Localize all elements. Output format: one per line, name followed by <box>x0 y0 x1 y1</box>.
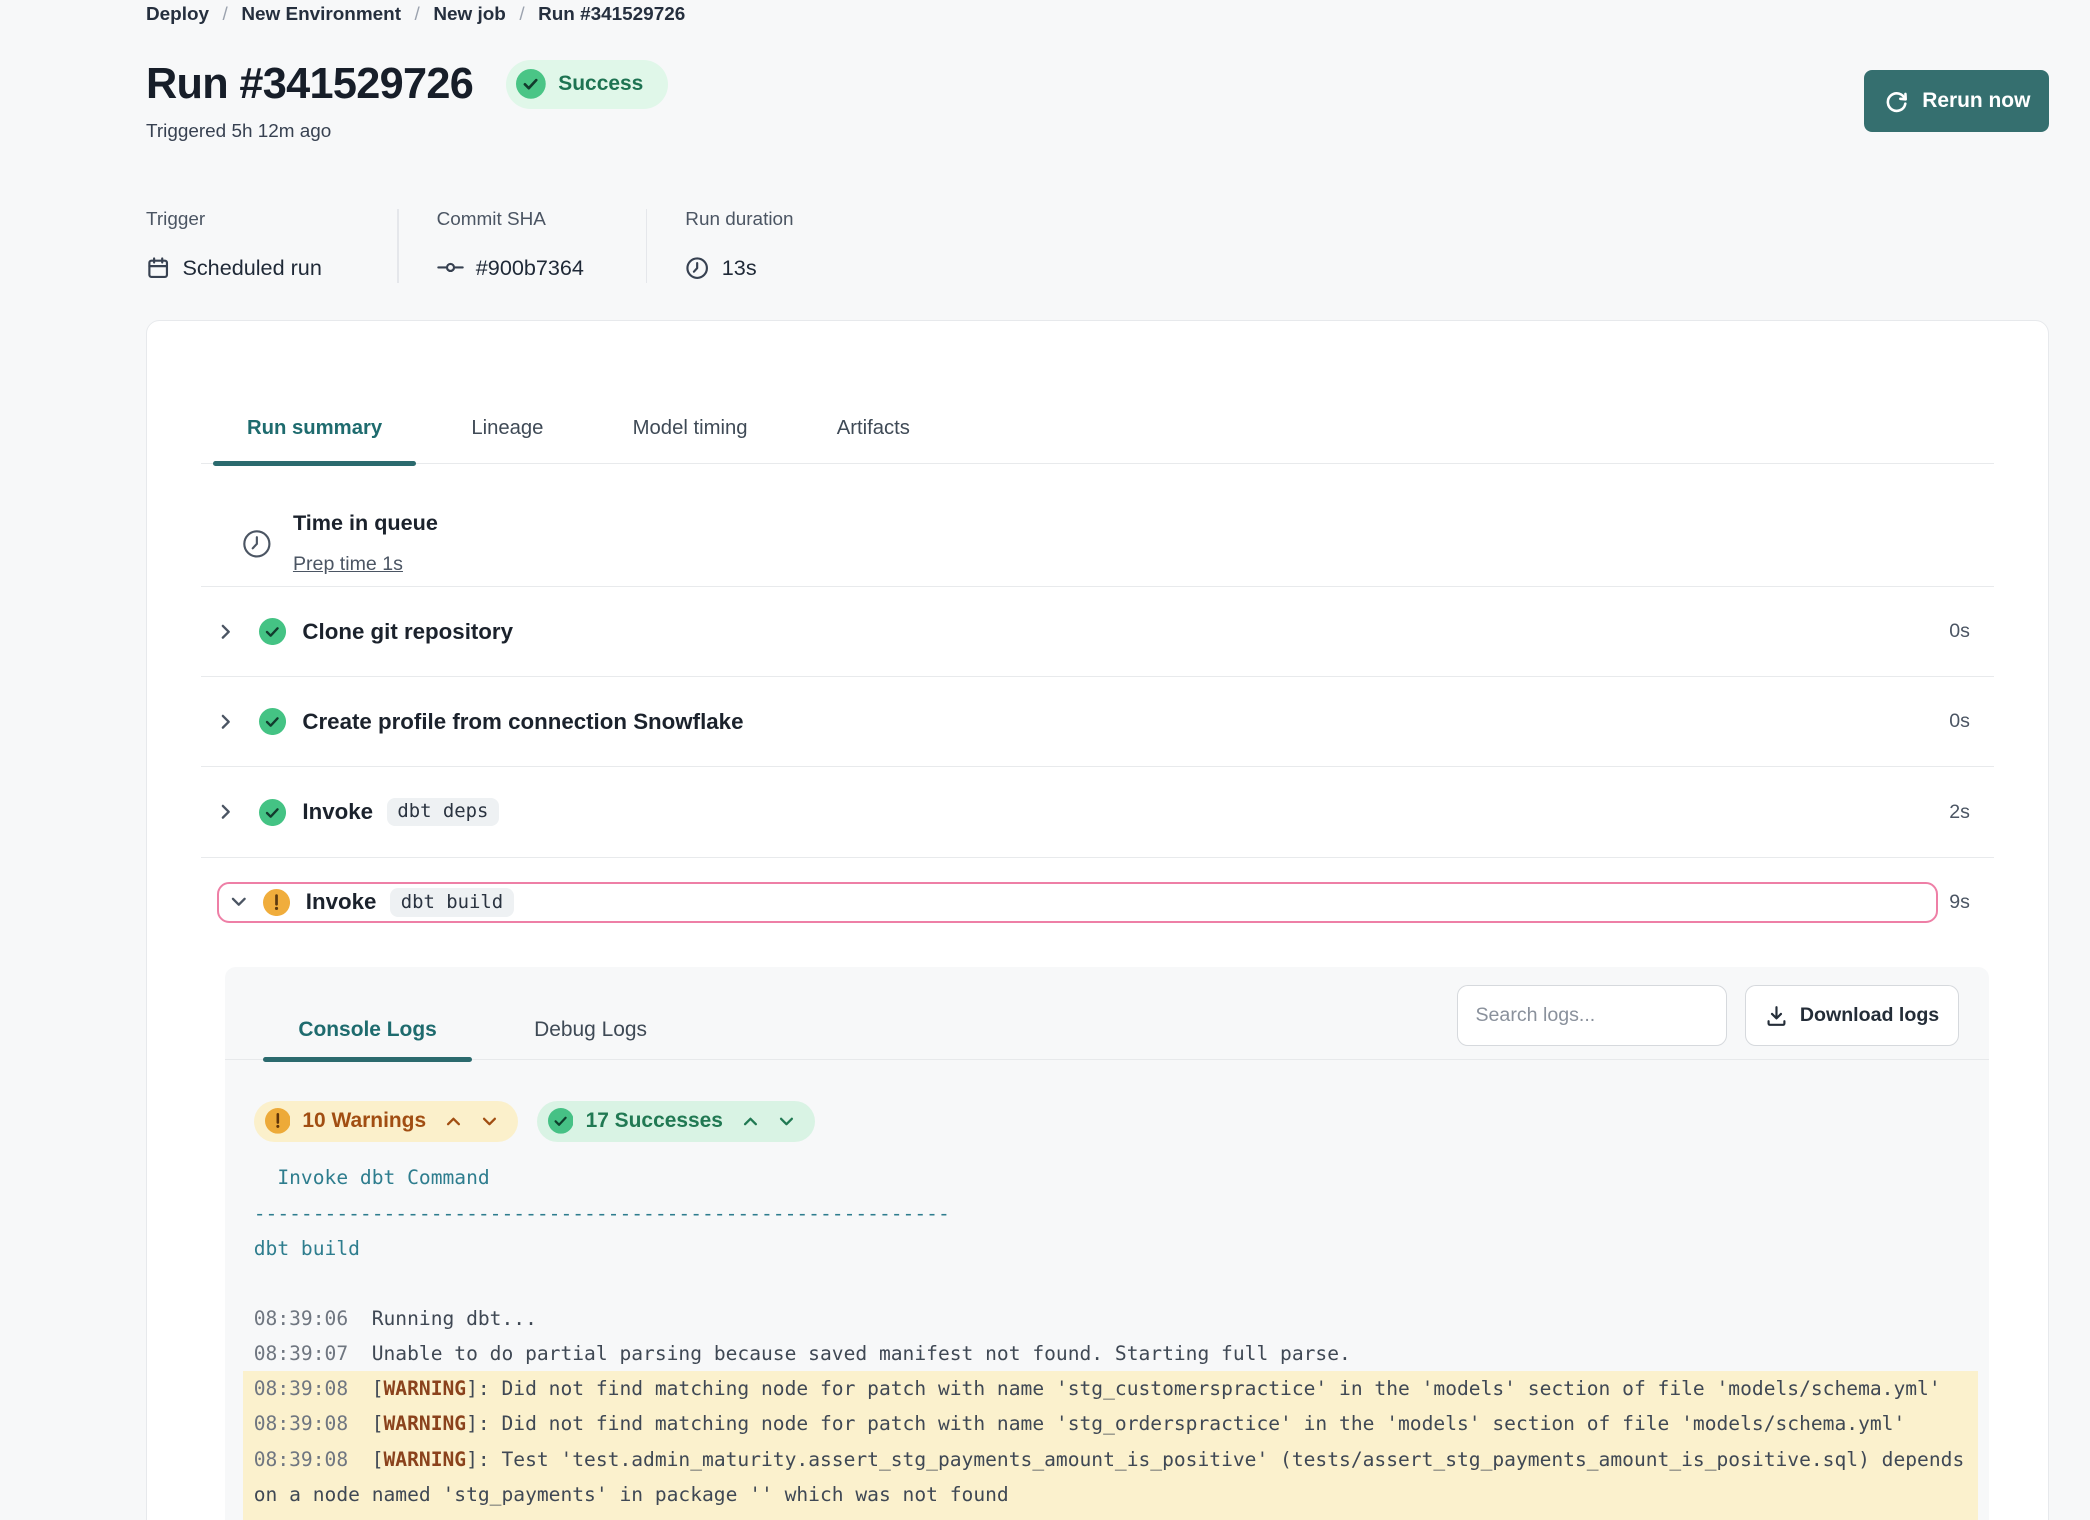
search-logs-input[interactable] <box>1457 985 1727 1046</box>
download-logs-button[interactable]: Download logs <box>1745 985 1959 1046</box>
success-icon <box>548 1108 574 1134</box>
tab-console-logs[interactable]: Console Logs <box>263 1018 472 1060</box>
chevron-right-icon[interactable] <box>217 803 236 821</box>
prep-time-link[interactable]: Prep time 1s <box>293 552 403 578</box>
divider <box>201 857 1994 858</box>
chevron-right-icon[interactable] <box>217 713 236 731</box>
warning-icon <box>263 889 290 916</box>
successes-count: 17 Successes <box>586 1109 723 1133</box>
warning-log-line: 08:39:08 [WARNING]: Test 'test.admin_mat… <box>254 1442 1967 1512</box>
log-output: Invoke dbt Command----------------------… <box>243 1160 1978 1520</box>
warning-icon <box>265 1108 291 1134</box>
chevron-right-icon[interactable] <box>217 623 236 641</box>
download-logs-label: Download logs <box>1800 1004 1939 1027</box>
step-title: Create profile from connection Snowflake <box>302 709 743 735</box>
status-badge: Success <box>506 60 668 109</box>
log-line: 08:39:06 Running dbt... <box>243 1301 1978 1336</box>
success-icon <box>259 708 286 735</box>
rerun-now-button[interactable]: Rerun now <box>1864 70 2049 132</box>
step-row-clone[interactable]: Clone git repository 0s <box>201 587 1994 676</box>
step-title: Invoke <box>302 799 373 825</box>
meta-duration: Run duration 13s <box>685 209 793 282</box>
clock-icon <box>242 529 272 559</box>
duration-label: Run duration <box>685 209 793 231</box>
chevron-up-icon[interactable] <box>444 1112 463 1131</box>
console-panel-header: Console Logs Debug Logs Download logs <box>225 967 1988 1060</box>
warning-log-block: 08:39:08 [WARNING]: Did not find matchin… <box>243 1371 1978 1520</box>
step-title: Clone git repository <box>302 619 513 645</box>
meta-commit: Commit SHA #900b7364 <box>437 209 609 282</box>
success-icon <box>259 618 286 645</box>
clock-icon <box>685 256 709 280</box>
chevron-down-icon[interactable] <box>480 1112 499 1131</box>
step-title: Invoke <box>306 889 377 915</box>
breadcrumb-separator: / <box>223 4 228 26</box>
log-line: ----------------------------------------… <box>243 1196 1978 1231</box>
page-title: Run #341529726 <box>146 60 473 109</box>
divider <box>397 209 398 282</box>
chevron-down-icon[interactable] <box>230 893 249 911</box>
step-row-profile[interactable]: Create profile from connection Snowflake… <box>201 677 1994 766</box>
triggered-text: Triggered 5h 12m ago <box>146 121 2049 143</box>
step-command-chip: dbt build <box>390 888 514 917</box>
breadcrumb-separator: / <box>415 4 420 26</box>
tab-model-timing[interactable]: Model timing <box>599 417 781 463</box>
commit-icon <box>437 258 464 277</box>
step-row-dbt-build-box[interactable]: Invoke dbt build <box>217 882 1938 923</box>
log-line: 08:39:07 Unable to do partial parsing be… <box>243 1336 1978 1371</box>
warning-log-line: 08:39:08 [WARNING]: Did not find matchin… <box>254 1406 1967 1441</box>
time-in-queue: Time in queue Prep time 1s <box>201 464 1994 586</box>
status-badge-label: Success <box>558 72 643 96</box>
duration-value: 13s <box>722 255 757 281</box>
tab-lineage[interactable]: Lineage <box>438 417 578 463</box>
log-line: dbt build <box>243 1231 1978 1266</box>
commit-value: #900b7364 <box>476 255 584 281</box>
refresh-icon <box>1883 88 1910 115</box>
rerun-now-label: Rerun now <box>1922 89 2030 113</box>
step-duration: 9s <box>1949 891 1970 914</box>
breadcrumb-deploy[interactable]: Deploy <box>146 4 209 26</box>
meta-trigger: Trigger Scheduled run <box>146 209 360 282</box>
warnings-pill[interactable]: 10 Warnings <box>254 1101 518 1142</box>
step-duration: 2s <box>1949 801 1970 824</box>
success-icon <box>259 799 286 826</box>
commit-label: Commit SHA <box>437 209 609 231</box>
step-row-dbt-deps[interactable]: Invoke dbt deps 2s <box>201 767 1994 856</box>
download-icon <box>1765 1004 1788 1027</box>
page: Deploy / New Environment / New job / Run #3… <box>146 0 2049 1520</box>
log-line: Invoke dbt Command <box>243 1160 1978 1195</box>
trigger-value: Scheduled run <box>182 255 321 281</box>
chevron-down-icon[interactable] <box>777 1112 796 1131</box>
step-duration: 0s <box>1949 620 1970 643</box>
success-icon <box>516 69 546 99</box>
breadcrumb-separator: / <box>519 4 524 26</box>
step-duration: 0s <box>1949 710 1970 733</box>
chevron-up-icon[interactable] <box>741 1112 760 1131</box>
successes-pill[interactable]: 17 Successes <box>537 1101 815 1142</box>
warning-log-line: 08:39:08 [WARNING]: Did not find matchin… <box>254 1371 1967 1406</box>
step-row-dbt-build: Invoke dbt build 9s <box>201 882 1994 923</box>
run-summary-card: Run summary Lineage Model timing Artifac… <box>146 320 2049 1520</box>
tab-debug-logs[interactable]: Debug Logs <box>499 1018 682 1060</box>
run-tabs: Run summary Lineage Model timing Artifac… <box>201 417 1994 464</box>
breadcrumb-job[interactable]: New job <box>433 4 505 26</box>
breadcrumb-environment[interactable]: New Environment <box>241 4 401 26</box>
divider <box>646 209 647 282</box>
queue-title: Time in queue <box>293 509 438 536</box>
console-logs-panel: Console Logs Debug Logs Download logs 10… <box>225 967 1988 1520</box>
log-line <box>243 1266 1978 1301</box>
trigger-label: Trigger <box>146 209 360 231</box>
warnings-count: 10 Warnings <box>302 1109 426 1133</box>
tab-artifacts[interactable]: Artifacts <box>803 417 944 463</box>
breadcrumb: Deploy / New Environment / New job / Run #3… <box>146 0 2049 26</box>
breadcrumb-run: Run #341529726 <box>538 4 685 26</box>
calendar-icon <box>146 256 170 280</box>
tab-run-summary[interactable]: Run summary <box>213 417 416 463</box>
step-command-chip: dbt deps <box>387 798 500 827</box>
